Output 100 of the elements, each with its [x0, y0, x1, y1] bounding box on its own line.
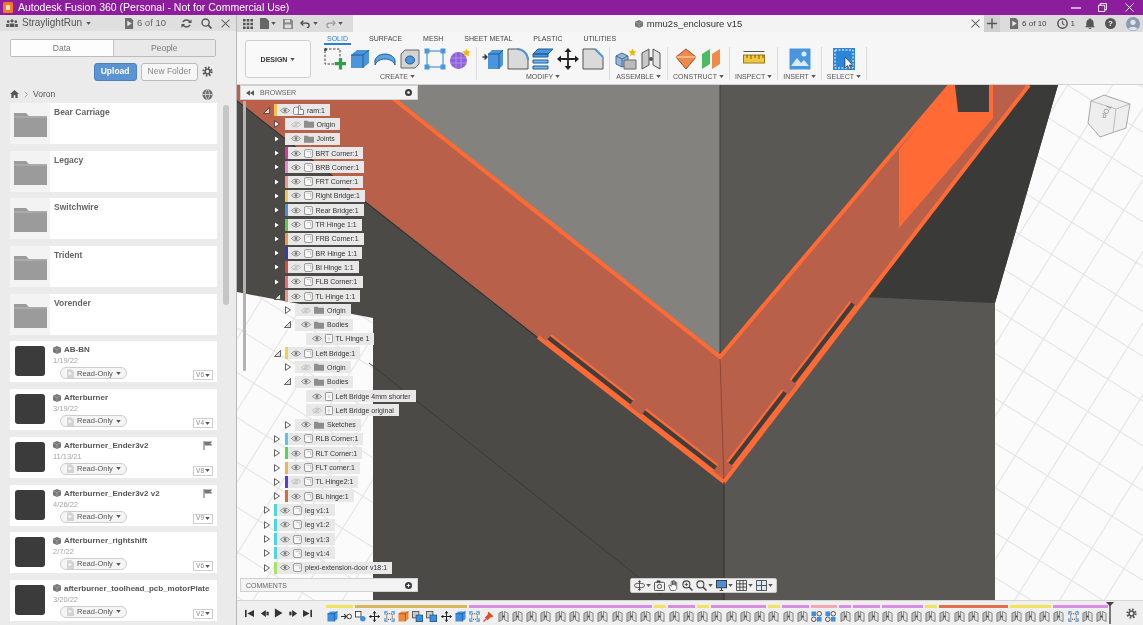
hinge-icon[interactable]: [1053, 610, 1065, 622]
magnifier-icon[interactable]: [696, 580, 707, 591]
hinge-icon[interactable]: [967, 610, 979, 622]
rounded-corner-icon[interactable]: [507, 48, 529, 70]
box-arrow-icon[interactable]: [482, 48, 504, 70]
disclosure-triangle-icon[interactable]: [284, 306, 291, 315]
folder-card[interactable]: Switchwire: [10, 198, 217, 240]
disclosure-triangle-icon[interactable]: [273, 292, 281, 300]
disclosure-triangle-icon[interactable]: [274, 120, 280, 129]
eye-icon[interactable]: [280, 535, 290, 543]
disclosure-triangle-icon[interactable]: [284, 321, 291, 329]
disclosure-triangle-icon[interactable]: [284, 420, 291, 429]
hinge-icon[interactable]: [697, 610, 709, 622]
camera-icon[interactable]: [654, 580, 665, 591]
eye-icon[interactable]: [290, 278, 301, 286]
block-icon[interactable]: [397, 610, 409, 622]
hinge-icon[interactable]: [1096, 610, 1108, 622]
disclosure-triangle-icon[interactable]: [274, 492, 280, 501]
undo-icon[interactable]: [300, 19, 311, 28]
disclosure-triangle-icon[interactable]: [284, 378, 291, 386]
hinge-icon[interactable]: [754, 610, 766, 622]
play-icon[interactable]: [274, 608, 283, 618]
globe-icon[interactable]: [202, 88, 213, 100]
save-icon[interactable]: [283, 18, 293, 29]
hinge-icon[interactable]: [1039, 610, 1051, 622]
step-forward-icon[interactable]: [288, 608, 298, 618]
circle-dot-icon[interactable]: [405, 89, 412, 96]
team-dropdown[interactable]: StraylightRun: [6, 16, 92, 30]
overlapping-squares-icon[interactable]: [412, 610, 424, 622]
disclosure-triangle-icon[interactable]: [274, 149, 280, 158]
eye-icon[interactable]: [311, 392, 322, 400]
square-circle-icon[interactable]: [355, 610, 367, 622]
settings-icon[interactable]: [1126, 607, 1137, 619]
breadcrumb-link[interactable]: Voron: [33, 89, 56, 99]
hinge-icon[interactable]: [982, 610, 994, 622]
folder-card[interactable]: Bear Carriage: [10, 103, 217, 144]
caret-icon[interactable]: [708, 584, 713, 587]
sphere-star-icon[interactable]: [449, 48, 471, 70]
eye-icon[interactable]: [280, 506, 290, 514]
hinge-icon[interactable]: [853, 610, 865, 622]
diamond-plane-icon[interactable]: [674, 48, 697, 70]
disclosure-triangle-icon[interactable]: [263, 563, 270, 572]
hinge-icon[interactable]: [768, 610, 780, 622]
disclosure-triangle-icon[interactable]: [274, 463, 280, 472]
eye-icon[interactable]: [280, 106, 290, 114]
refresh-icon[interactable]: [181, 17, 192, 29]
timeline-marker-icon[interactable]: [1105, 602, 1114, 624]
hinge-icon[interactable]: [711, 610, 723, 622]
eye-icon[interactable]: [301, 378, 311, 386]
hinge-icon[interactable]: [796, 610, 808, 622]
disclosure-triangle-icon[interactable]: [274, 220, 280, 229]
disclosure-triangle-icon[interactable]: [274, 234, 280, 243]
hinge-icon[interactable]: [739, 610, 751, 622]
plus-circle-icon[interactable]: [405, 581, 412, 589]
eye-icon[interactable]: [290, 349, 301, 357]
hinge-icon[interactable]: [625, 610, 637, 622]
hinge-icon[interactable]: [925, 610, 937, 622]
hinge-icon[interactable]: [882, 610, 894, 622]
eye-icon[interactable]: [290, 492, 301, 500]
disclosure-triangle-icon[interactable]: [274, 263, 280, 272]
hinge-icon[interactable]: [597, 610, 609, 622]
disclosure-triangle-icon[interactable]: [263, 535, 270, 544]
plus-icon[interactable]: [984, 15, 1001, 32]
cube-icon[interactable]: [454, 610, 466, 622]
caret-icon[interactable]: [748, 584, 753, 587]
hinge-icon[interactable]: [996, 610, 1008, 622]
folder-card[interactable]: Trident: [10, 246, 217, 288]
panel-tab[interactable]: Data: [11, 40, 113, 56]
eye-icon[interactable]: [290, 235, 301, 243]
hinge-icon[interactable]: [839, 610, 851, 622]
eye-icon[interactable]: [280, 549, 290, 557]
hand-icon[interactable]: [668, 580, 679, 591]
eye-icon[interactable]: [290, 192, 301, 200]
close-icon[interactable]: [971, 19, 981, 28]
box-hole-icon[interactable]: [399, 48, 421, 70]
hinge-icon[interactable]: [511, 610, 523, 622]
stacked-layers-icon[interactable]: [532, 48, 554, 70]
eye-icon[interactable]: [290, 292, 301, 300]
disclosure-triangle-icon[interactable]: [263, 506, 270, 515]
monitor-icon[interactable]: [716, 580, 727, 591]
eye-icon[interactable]: [290, 464, 301, 472]
twin-planes-icon[interactable]: [699, 48, 722, 70]
action-button[interactable]: New Folder: [140, 62, 198, 81]
bell-icon[interactable]: [1085, 18, 1095, 29]
clock-counter-button[interactable]: 1: [1056, 17, 1075, 30]
hinge-icon[interactable]: [554, 610, 566, 622]
pin-icon[interactable]: [483, 610, 495, 622]
cursor-square-icon[interactable]: [832, 48, 855, 70]
hinge-icon[interactable]: [583, 610, 595, 622]
move-arrows-icon[interactable]: [557, 48, 579, 70]
eye-icon[interactable]: [290, 135, 301, 143]
disclosure-triangle-icon[interactable]: [274, 249, 280, 258]
home-icon[interactable]: [10, 90, 19, 98]
hinge-icon[interactable]: [1010, 610, 1022, 622]
skip-start-icon[interactable]: [245, 608, 254, 618]
step-back-icon[interactable]: [259, 608, 269, 618]
disclosure-triangle-icon[interactable]: [274, 477, 280, 486]
open-documents-button[interactable]: 6 of 10: [124, 16, 166, 30]
eye-icon[interactable]: [301, 421, 311, 429]
hinge-icon[interactable]: [682, 610, 694, 622]
